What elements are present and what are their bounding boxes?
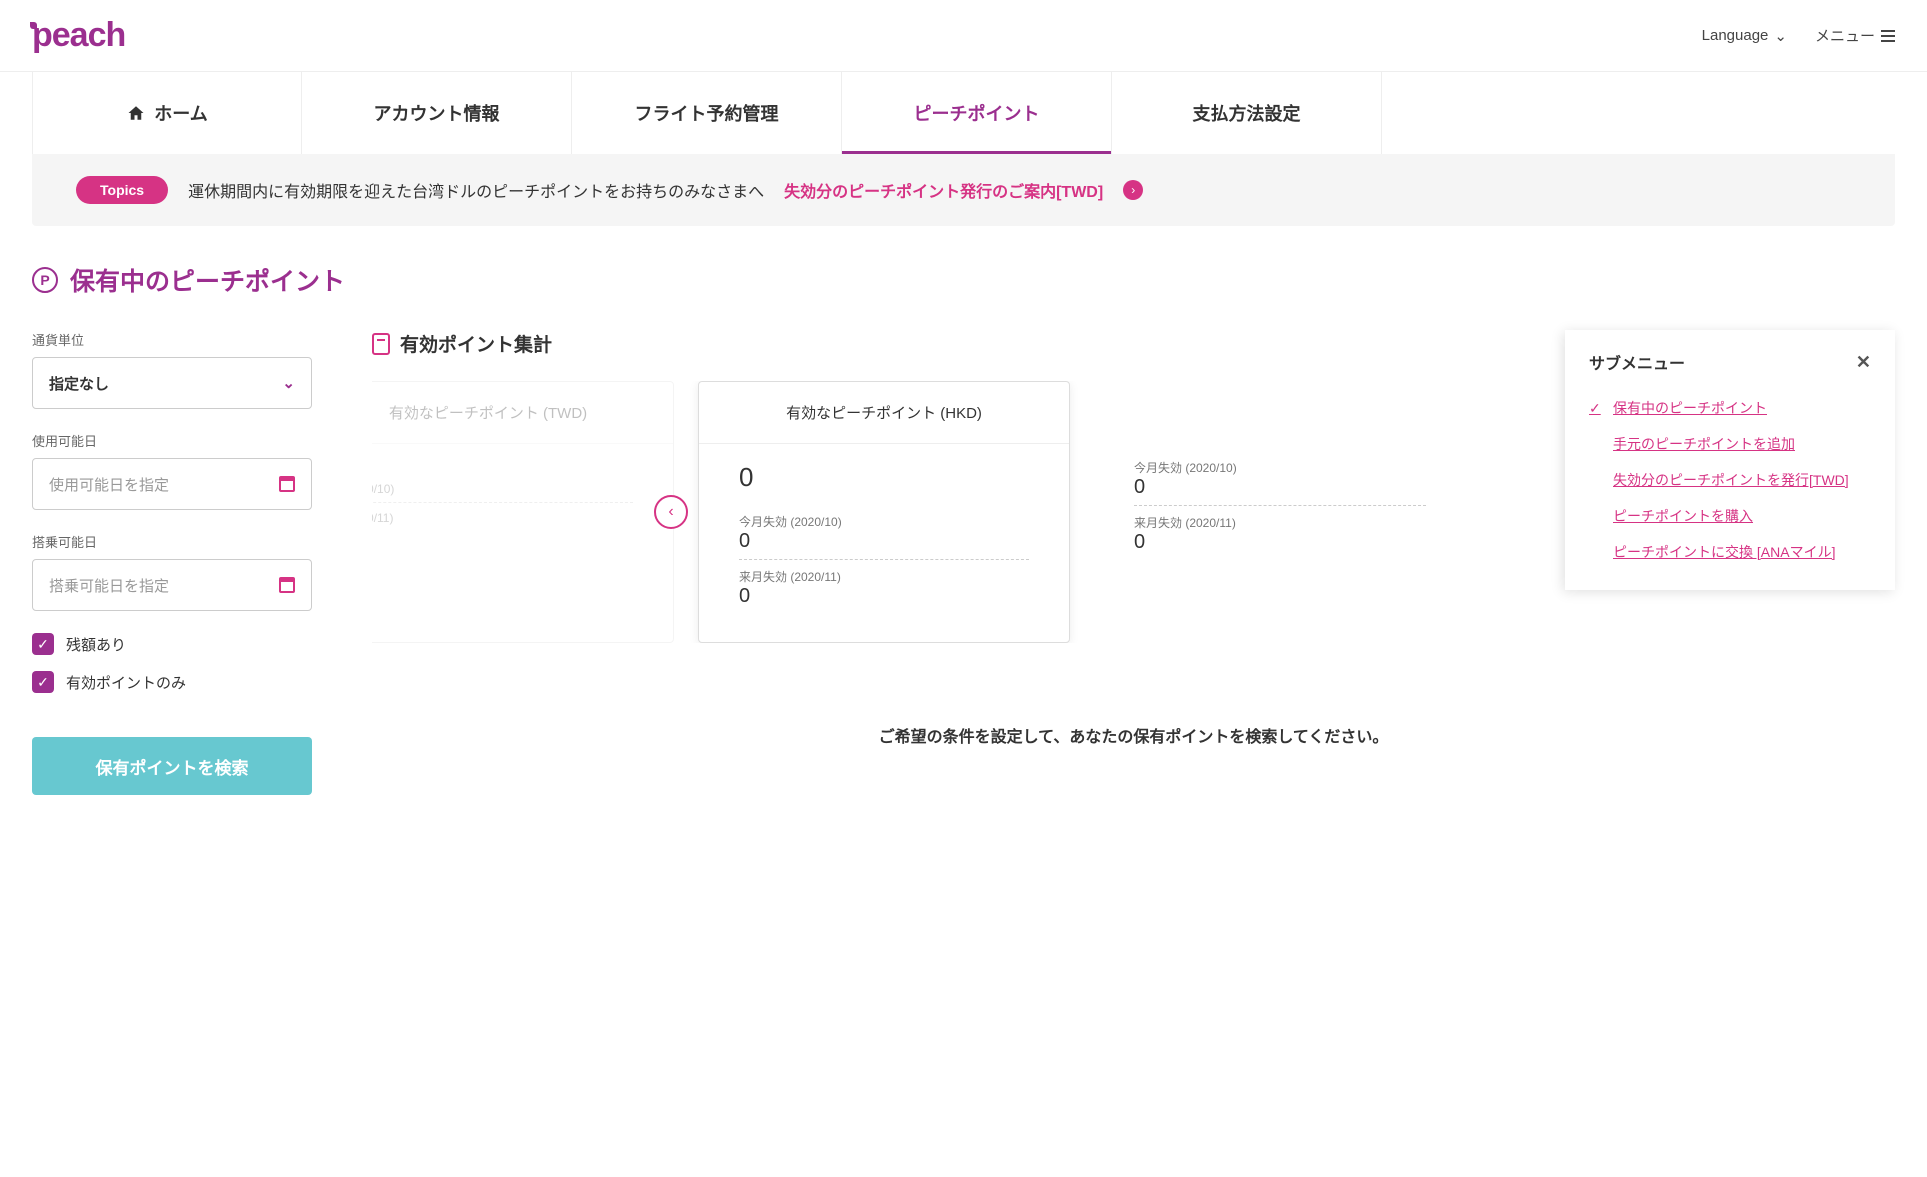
submenu-title: サブメニュー (1589, 350, 1685, 374)
hamburger-icon (1881, 30, 1895, 42)
carousel-prev-button[interactable]: ‹ (654, 495, 688, 529)
card-row-label: 来月失効 (2020/11) (1134, 514, 1426, 531)
card-row: 来月失効 (2020/11) 0 (1134, 510, 1426, 564)
boarding-date-label: 搭乗可能日 (32, 532, 312, 551)
tab-payment[interactable]: 支払方法設定 (1112, 72, 1382, 154)
content: 通貨単位 指定なし ⌄ 使用可能日 使用可能日を指定 搭乗可能日 搭乗可能日を指… (0, 330, 1927, 795)
language-label: Language (1702, 27, 1769, 44)
submenu-item-label: ピーチポイントを購入 (1613, 506, 1753, 526)
card-title (1094, 381, 1466, 421)
currency-value: 指定なし (49, 373, 109, 394)
calendar-icon (279, 577, 295, 593)
card-row-label: 来月失効 (2020/11) (739, 568, 1029, 585)
card-title: 有効なピーチポイント (HKD) (699, 382, 1069, 444)
currency-label: 通貨単位 (32, 330, 312, 349)
home-icon (126, 104, 146, 122)
card-row: (2020/10) (372, 478, 633, 507)
tab-points[interactable]: ピーチポイント (842, 72, 1112, 154)
submenu-item-current[interactable]: ✓ 保有中のピーチポイント (1589, 390, 1871, 426)
card-row-value: 0 (739, 530, 1029, 560)
summary-card: 有効なピーチポイント (TWD) (2020/10) (2020/11) (372, 381, 674, 643)
card-row-label: 今月失効 (2020/10) (1134, 459, 1426, 476)
checkbox-label: 有効ポイントのみ (66, 672, 186, 693)
tab-label: 支払方法設定 (1193, 100, 1301, 126)
submenu-panel: サブメニュー ✕ ✓ 保有中のピーチポイント 手元のピーチポイントを追加 失効分… (1565, 330, 1895, 590)
summary-title: 有効ポイント集計 (400, 330, 552, 357)
submenu-item-purchase[interactable]: ピーチポイントを購入 (1589, 498, 1871, 534)
tab-label: フライト予約管理 (635, 100, 779, 126)
chevron-down-icon: ⌄ (1774, 27, 1787, 45)
topics-bar: Topics 運休期間内に有効期限を迎えた台湾ドルのピーチポイントをお持ちのみな… (32, 154, 1895, 226)
card-row-value: 0 (1134, 531, 1426, 560)
tab-home[interactable]: ホーム (32, 72, 302, 154)
card-row: 来月失効 (2020/11) 0 (739, 564, 1029, 618)
submenu-item-exchange[interactable]: ピーチポイントに交換 [ANAマイル] (1589, 534, 1871, 570)
tab-label: ピーチポイント (914, 100, 1040, 126)
tab-label: ホーム (154, 100, 207, 126)
card-row-label: (2020/11) (372, 511, 633, 525)
card-row-label: (2020/10) (372, 482, 633, 496)
checkbox-checked-icon: ✓ (32, 671, 54, 693)
language-selector[interactable]: Language ⌄ (1702, 27, 1787, 45)
card-row: 今月失効 (2020/10) 0 (739, 509, 1029, 564)
submenu-item-label: ピーチポイントに交換 [ANAマイル] (1613, 542, 1835, 562)
submenu-item-label: 手元のピーチポイントを追加 (1613, 434, 1795, 454)
menu-label: メニュー (1815, 25, 1875, 46)
submenu-item-add[interactable]: 手元のピーチポイントを追加 (1589, 426, 1871, 462)
tab-flights[interactable]: フライト予約管理 (572, 72, 842, 154)
submenu-header: サブメニュー ✕ (1589, 350, 1871, 374)
checkbox-valid-only[interactable]: ✓ 有効ポイントのみ (32, 671, 312, 693)
calendar-icon (279, 476, 295, 492)
menu-button[interactable]: メニュー (1815, 25, 1895, 46)
empty-message: ご希望の条件を設定して、あなたの保有ポイントを検索してください。 (372, 723, 1895, 747)
filter-panel: 通貨単位 指定なし ⌄ 使用可能日 使用可能日を指定 搭乗可能日 搭乗可能日を指… (32, 330, 312, 795)
summary-card: 有効なピーチポイント (HKD) 0 今月失効 (2020/10) 0 来月失効… (698, 381, 1070, 643)
topics-badge: Topics (76, 176, 168, 204)
card-row-value (372, 496, 633, 503)
checkbox-checked-icon: ✓ (32, 633, 54, 655)
card-row-value (372, 525, 633, 531)
calculator-icon (372, 333, 390, 355)
submenu-item-reissue[interactable]: 失効分のピーチポイントを発行[TWD] (1589, 462, 1871, 498)
check-icon: ✓ (1589, 400, 1603, 417)
currency-select[interactable]: 指定なし ⌄ (32, 357, 312, 409)
boarding-date-placeholder: 搭乗可能日を指定 (49, 575, 169, 596)
card-row-label: 今月失効 (2020/10) (739, 513, 1029, 530)
submenu-item-label: 失効分のピーチポイントを発行[TWD] (1613, 470, 1849, 490)
logo[interactable]: peach (32, 16, 125, 55)
tab-account[interactable]: アカウント情報 (302, 72, 572, 154)
points-icon: P (32, 267, 58, 293)
search-button[interactable]: 保有ポイントを検索 (32, 737, 312, 795)
card-total: 0 (739, 462, 1029, 493)
card-row-value: 0 (1134, 476, 1426, 506)
usage-date-input[interactable]: 使用可能日を指定 (32, 458, 312, 510)
card-row: 今月失効 (2020/10) 0 (1134, 455, 1426, 510)
topics-link[interactable]: 失効分のピーチポイント発行のご案内[TWD] (784, 178, 1103, 202)
tab-label: アカウント情報 (374, 100, 500, 126)
header-right: Language ⌄ メニュー (1702, 25, 1895, 46)
chevron-down-icon: ⌄ (282, 374, 295, 392)
card-row-value: 0 (739, 585, 1029, 614)
nav-tabs: ホーム アカウント情報 フライト予約管理 ピーチポイント 支払方法設定 (0, 72, 1927, 154)
page-title-row: P 保有中のピーチポイント (0, 250, 1927, 330)
usage-date-placeholder: 使用可能日を指定 (49, 474, 169, 495)
close-icon[interactable]: ✕ (1856, 352, 1871, 373)
card-row: (2020/11) (372, 507, 633, 535)
boarding-date-input[interactable]: 搭乗可能日を指定 (32, 559, 312, 611)
checkbox-balance[interactable]: ✓ 残額あり (32, 633, 312, 655)
topics-text: 運休期間内に有効期限を迎えた台湾ドルのピーチポイントをお持ちのみなさまへ (188, 178, 764, 202)
usage-date-label: 使用可能日 (32, 431, 312, 450)
checkbox-label: 残額あり (66, 634, 126, 655)
submenu-item-label: 保有中のピーチポイント (1613, 398, 1767, 418)
header: peach Language ⌄ メニュー (0, 0, 1927, 72)
arrow-right-icon[interactable]: › (1123, 180, 1143, 200)
summary-card: 今月失効 (2020/10) 0 来月失効 (2020/11) 0 (1094, 381, 1466, 643)
page-title: 保有中のピーチポイント (70, 262, 345, 298)
card-title: 有効なピーチポイント (TWD) (372, 382, 673, 444)
